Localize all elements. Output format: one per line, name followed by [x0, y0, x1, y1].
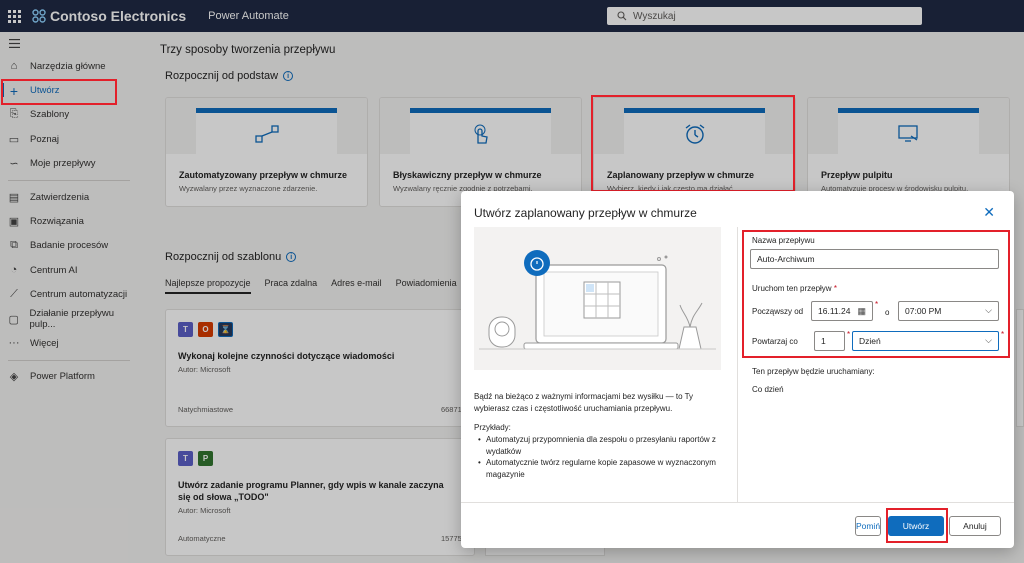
flow-name-field[interactable]: Auto-Archiwum	[750, 249, 999, 269]
create-button[interactable]: Utwórz	[888, 516, 944, 536]
calendar-icon[interactable]: ▦	[857, 306, 866, 317]
flow-name-value: Auto-Archiwum	[757, 254, 815, 264]
examples-list: Automatyzuj przypomnienia dla zespołu o …	[474, 434, 719, 480]
start-date-value: 16.11.24	[818, 306, 851, 316]
example-item: Automatycznie twórz regularne kopie zapa…	[474, 457, 719, 480]
cancel-button[interactable]: Anuluj	[949, 516, 1001, 536]
start-label: Począwszy od	[752, 307, 804, 316]
summary-label: Ten przepływ będzie uruchamiany:	[752, 367, 875, 376]
dialog-description: Bądź na bieżąco z ważnymi informacjami b…	[474, 392, 694, 413]
dialog-divider	[737, 227, 738, 502]
chevron-down-icon: ⌵	[985, 335, 992, 345]
laptop-illustration	[479, 250, 716, 350]
create-scheduled-flow-dialog: Utwórz zaplanowany przepływ w chmurze ✕ …	[461, 191, 1014, 548]
flow-name-label: Nazwa przepływu	[752, 236, 815, 245]
chevron-down-icon: ⌵	[985, 305, 992, 315]
at-label: o	[885, 308, 890, 317]
run-label: Uruchom ten przepływ *	[752, 284, 837, 293]
summary-value: Co dzień	[752, 385, 784, 394]
repeat-label: Powtarzaj co	[752, 337, 798, 346]
examples-title: Przykłady:	[474, 423, 511, 432]
repeat-count-value: 1	[821, 336, 826, 346]
footer-divider	[461, 502, 1014, 503]
start-time-value: 07:00 PM	[905, 306, 942, 316]
dialog-illustration	[474, 227, 721, 370]
example-item: Automatyzuj przypomnienia dla zespołu o …	[474, 434, 719, 457]
start-time-select[interactable]: 07:00 PM ⌵	[898, 301, 999, 321]
repeat-unit-select[interactable]: Dzień ⌵	[852, 331, 999, 351]
start-date-field[interactable]: 16.11.24 ▦	[811, 301, 873, 321]
repeat-unit-value: Dzień	[859, 336, 881, 346]
dialog-title: Utwórz zaplanowany przepływ w chmurze	[474, 206, 697, 220]
required-marker: *	[875, 300, 879, 309]
repeat-count-field[interactable]: 1	[814, 331, 845, 351]
required-marker: *	[847, 330, 851, 339]
skip-button[interactable]: Pomiń	[855, 516, 881, 536]
required-marker: *	[1001, 330, 1005, 339]
close-icon[interactable]: ✕	[983, 204, 995, 221]
